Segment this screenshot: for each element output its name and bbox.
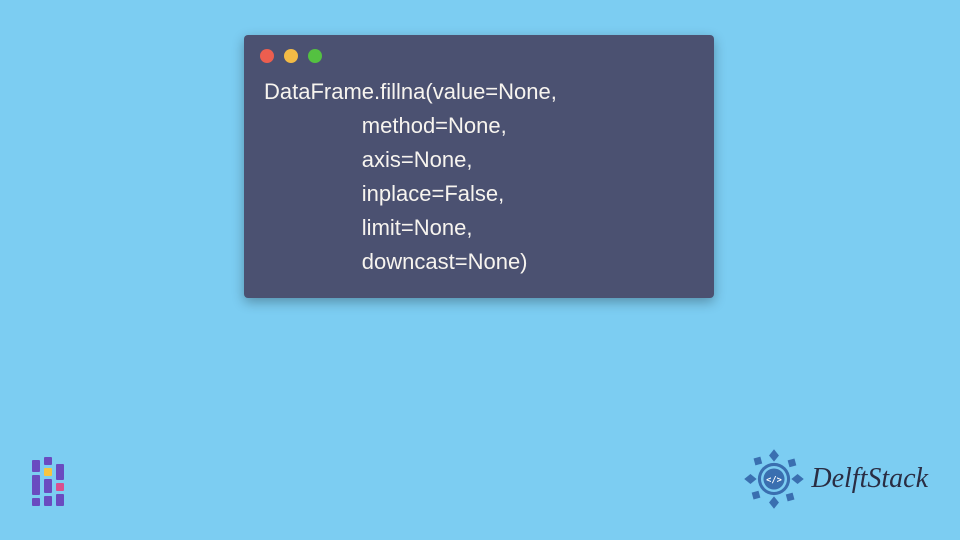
window-titlebar [244,35,714,65]
brand-badge-icon: </> [743,448,805,510]
code-line: axis=None, [264,147,472,172]
code-window: DataFrame.fillna(value=None, method=None… [244,35,714,298]
close-dot-icon [260,49,274,63]
code-line: method=None, [264,113,507,138]
code-line: DataFrame.fillna(value=None, [264,79,557,104]
logo-bars-icon [32,456,64,506]
minimize-dot-icon [284,49,298,63]
brand: </> DelftStack [743,448,928,510]
code-line: inplace=False, [264,181,504,206]
code-line: downcast=None) [264,249,528,274]
brand-name: DelftStack [811,463,928,495]
maximize-dot-icon [308,49,322,63]
code-block: DataFrame.fillna(value=None, method=None… [244,65,714,298]
code-line: limit=None, [264,215,472,240]
svg-text:</>: </> [767,476,783,486]
